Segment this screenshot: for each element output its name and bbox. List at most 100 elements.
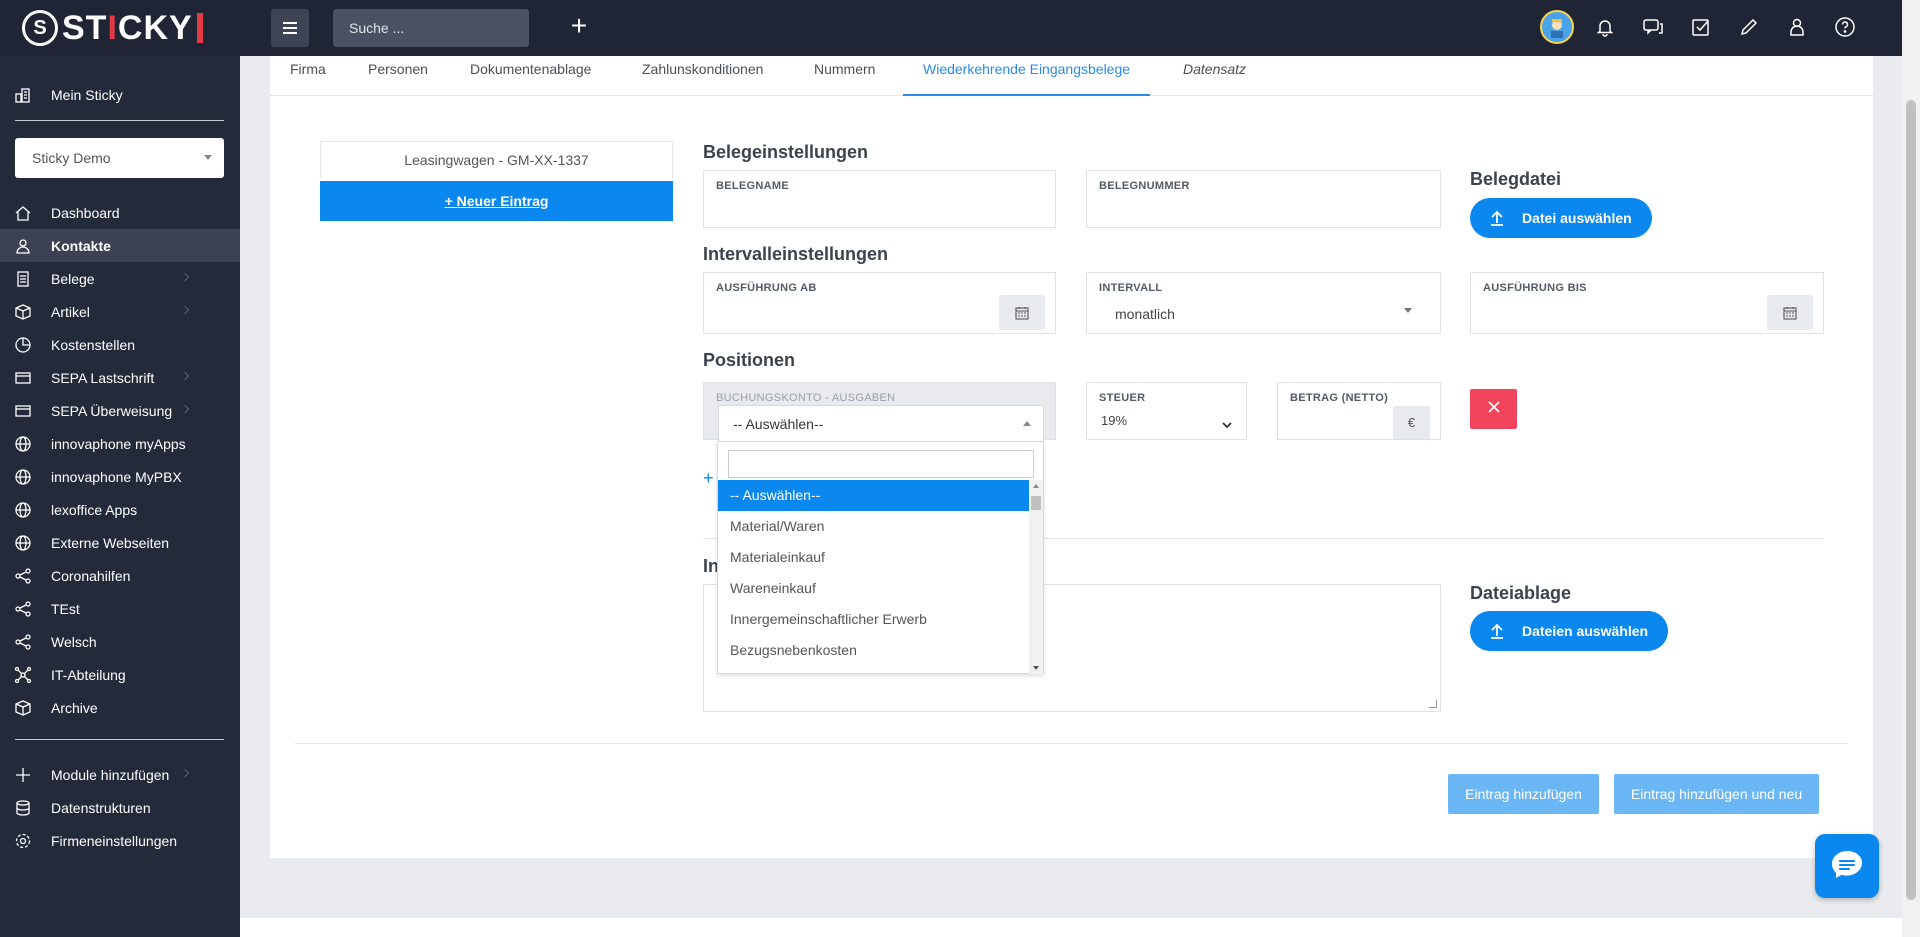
entry-list-item[interactable]: Leasingwagen - GM-XX-1337 — [320, 141, 673, 178]
scroll-down-icon[interactable] — [1033, 666, 1039, 670]
sidebar-item-innovaphone-myapps[interactable]: innovaphone myApps — [0, 427, 240, 460]
sidebar-item-archive[interactable]: Archive — [0, 691, 240, 724]
dropdown-option[interactable]: Innergemeinschaftlicher Erwerb — [718, 604, 1030, 635]
database-icon — [14, 799, 32, 817]
sidebar-item-innovaphone-mypbx[interactable]: innovaphone MyPBX — [0, 460, 240, 493]
tab-dokumentenablage[interactable]: Dokumentenablage — [470, 56, 591, 96]
house-icon — [14, 204, 32, 222]
sidebar-item-welsch[interactable]: Welsch — [0, 625, 240, 658]
resize-handle-icon[interactable] — [1429, 700, 1437, 708]
sidebar-item-firmeneinstellungen[interactable]: Firmeneinstellungen — [0, 824, 240, 857]
user-avatar[interactable] — [1540, 10, 1574, 44]
dropdown-option[interactable]: -- Auswählen-- — [718, 480, 1030, 511]
tab-datensatz[interactable]: Datensatz — [1183, 56, 1246, 96]
sidebar-item-it-abteilung[interactable]: IT-Abteilung — [0, 658, 240, 691]
sidebar-item-kontakte[interactable]: Kontakte — [0, 229, 240, 262]
steuer-select[interactable]: STEUER 19% — [1086, 382, 1247, 440]
sidebar-item-coronahilfen[interactable]: Coronahilfen — [0, 559, 240, 592]
field-label: STEUER — [1099, 392, 1146, 404]
user-settings-icon[interactable] — [1780, 10, 1814, 44]
top-bar: S STICKY + — [0, 0, 1902, 56]
dropdown-scrollbar[interactable] — [1029, 480, 1043, 674]
tab-nummern[interactable]: Nummern — [814, 56, 875, 96]
bell-icon[interactable] — [1588, 10, 1622, 44]
dropdown-option[interactable]: Material/Waren — [718, 511, 1030, 542]
sidebar-item-label: Kontakte — [51, 237, 111, 254]
intervall-select[interactable]: INTERVALL monatlich — [1086, 272, 1441, 334]
sidebar-item-kostenstellen[interactable]: Kostenstellen — [0, 328, 240, 361]
sidebar-item-label: lexoffice Apps — [51, 501, 138, 518]
add-position-plus-icon[interactable]: + — [703, 468, 714, 489]
eintrag-hinzufuegen-button[interactable]: Eintrag hinzufügen — [1448, 774, 1599, 814]
logo-mark-icon: S — [22, 10, 58, 46]
sidebar-item-test[interactable]: TEst — [0, 592, 240, 625]
dateiablage-title: Dateiablage — [1470, 583, 1572, 603]
sidebar-item-datenstrukturen[interactable]: Datenstrukturen — [0, 791, 240, 824]
dropdown-option[interactable]: Aufwandsminderungen — [718, 666, 1030, 674]
sidebar-item-module-hinzufuegen[interactable]: Module hinzufügen — [0, 758, 240, 791]
field-label: BETRAG (NETTO) — [1290, 392, 1389, 404]
steuer-value: 19% — [1101, 413, 1128, 428]
contacts-icon — [14, 237, 32, 255]
card-icon — [14, 369, 32, 387]
add-icon[interactable]: + — [565, 12, 593, 41]
sidebar-item-label: Coronahilfen — [51, 567, 131, 584]
buchungskonto-select[interactable]: -- Auswählen-- — [718, 405, 1044, 441]
betrag-field[interactable]: BETRAG (NETTO) € — [1277, 382, 1441, 440]
sidebar-item-belege[interactable]: Belege — [0, 262, 240, 295]
ausfuehrung-bis-field[interactable]: AUSFÜHRUNG BIS — [1470, 272, 1824, 334]
scroll-up-icon[interactable] — [1033, 484, 1039, 488]
task-checkbox-icon[interactable] — [1684, 10, 1718, 44]
sidebar-item-label: innovaphone MyPBX — [51, 468, 182, 485]
belegnummer-field[interactable]: BELEGNUMMER — [1086, 170, 1441, 228]
document-icon — [14, 270, 32, 288]
section-positionen: Positionen — [703, 350, 796, 370]
sidebar-item-sepa-ueberweisung[interactable]: SEPA Überweisung — [0, 394, 240, 427]
tab-wiederkehrende-eingangsbelege[interactable]: Wiederkehrende Eingangsbelege — [903, 56, 1151, 96]
sidebar-item-label: Mein Sticky — [51, 87, 123, 103]
upload-icon — [1490, 210, 1504, 226]
tab-personen[interactable]: Personen — [368, 56, 428, 96]
sticky-logo[interactable]: S STICKY — [22, 9, 203, 47]
delete-position-button[interactable] — [1470, 389, 1517, 429]
sidebar-item-artikel[interactable]: Artikel — [0, 295, 240, 328]
new-entry-button[interactable]: + Neuer Eintrag — [320, 181, 673, 221]
company-select[interactable]: Sticky Demo — [15, 138, 224, 178]
sidebar-item-label: Belege — [51, 270, 95, 287]
sidebar-item-dashboard[interactable]: Dashboard — [0, 196, 240, 229]
datei-auswaehlen-button[interactable]: Datei auswählen — [1470, 198, 1652, 238]
sidebar-item-sepa-lastschrift[interactable]: SEPA Lastschrift — [0, 361, 240, 394]
dropdown-option[interactable]: Materialeinkauf — [718, 542, 1030, 573]
dropdown-option[interactable]: Bezugsnebenkosten — [718, 635, 1030, 666]
dateien-auswaehlen-button[interactable]: Dateien auswählen — [1470, 611, 1668, 651]
sidebar-item-label: Dashboard — [51, 204, 120, 221]
sidebar-item-externe-webseiten[interactable]: Externe Webseiten — [0, 526, 240, 559]
gear-icon — [14, 832, 32, 850]
chat-widget-button[interactable] — [1815, 834, 1879, 898]
ausfuehrung-ab-field[interactable]: AUSFÜHRUNG AB — [703, 272, 1056, 334]
calendar-icon[interactable] — [1767, 295, 1813, 330]
belegname-field[interactable]: BELEGNAME — [703, 170, 1056, 228]
button-label: Dateien auswählen — [1522, 623, 1649, 639]
tab-firma[interactable]: Firma — [290, 56, 326, 96]
menu-toggle-button[interactable] — [271, 9, 309, 47]
sidebar-item-label: SEPA Überweisung — [51, 402, 173, 419]
scroll-thumb[interactable] — [1031, 496, 1041, 510]
pencil-icon[interactable] — [1732, 10, 1766, 44]
sidebar-item-mein-sticky[interactable]: Mein Sticky — [0, 76, 240, 114]
dropdown-option[interactable]: Wareneinkauf — [718, 573, 1030, 604]
calendar-icon[interactable] — [999, 295, 1045, 330]
sidebar-item-lexoffice-apps[interactable]: lexoffice Apps — [0, 493, 240, 526]
close-icon — [1487, 400, 1501, 419]
tab-zahlunskonditionen[interactable]: Zahlunskonditionen — [642, 56, 763, 96]
search-input[interactable] — [333, 9, 529, 47]
chat-icon[interactable] — [1636, 10, 1670, 44]
eintrag-hinzufuegen-und-neu-button[interactable]: Eintrag hinzufügen und neu — [1614, 774, 1819, 814]
plus-icon — [14, 766, 32, 784]
page-scroll-thumb[interactable] — [1906, 100, 1916, 900]
field-label: AUSFÜHRUNG AB — [716, 282, 817, 294]
share-icon — [14, 633, 32, 651]
page-scrollbar[interactable] — [1902, 0, 1920, 937]
help-icon[interactable] — [1828, 10, 1862, 44]
caret-down-icon — [204, 155, 212, 160]
